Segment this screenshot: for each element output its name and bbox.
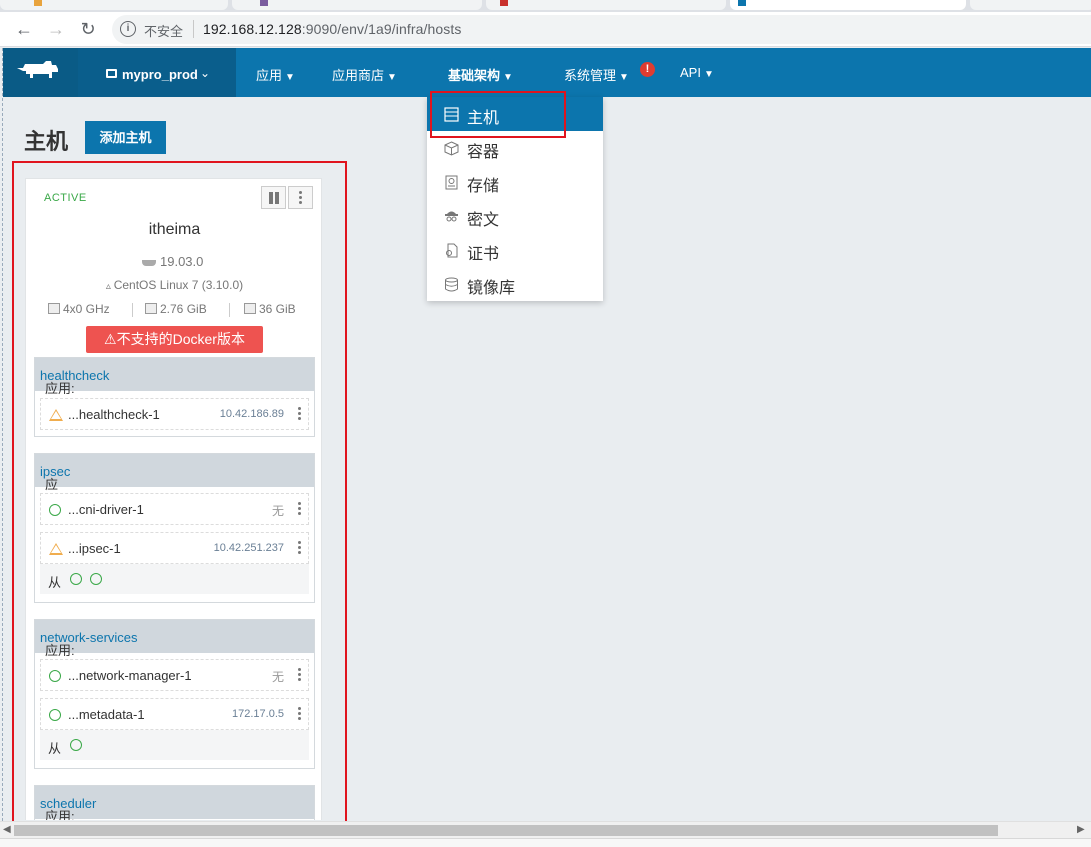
hosts-menu-highlight xyxy=(430,91,566,138)
menu-item-label: 存储 xyxy=(467,178,500,195)
certificate-icon xyxy=(446,243,458,258)
browser-tabstrip xyxy=(0,0,1091,12)
environment-switcher[interactable]: mypro_prod ⌄ xyxy=(78,48,236,97)
host-card-highlight xyxy=(12,161,347,830)
browser-tab[interactable] xyxy=(232,0,482,10)
scroll-right-icon[interactable]: ▶ xyxy=(1077,824,1085,835)
url-text: 192.168.12.128:9090/env/1a9/infra/hosts xyxy=(203,21,461,37)
menu-item-label: 容器 xyxy=(467,144,500,161)
environment-icon xyxy=(106,69,117,78)
secret-icon xyxy=(445,211,458,222)
chevron-down-icon: ⌄ xyxy=(200,66,211,80)
chevron-down-icon: ▼ xyxy=(619,72,629,83)
menu-item-label: 密文 xyxy=(467,212,500,229)
scrollbar-thumb[interactable] xyxy=(14,825,998,836)
environment-name: mypro_prod xyxy=(122,67,198,82)
chevron-down-icon: ▼ xyxy=(285,72,295,83)
menu-item-storage[interactable]: 存储 xyxy=(427,165,603,199)
forward-arrow-icon[interactable]: → xyxy=(44,17,68,41)
browser-tab-active[interactable] xyxy=(730,0,966,10)
status-bar xyxy=(0,838,1091,847)
chevron-down-icon: ▼ xyxy=(503,72,513,83)
app-header: mypro_prod ⌄ 应用 ▼ 应用商店 ▼ 基础架构 ▼ 系统管理 ▼ ! API… xyxy=(3,48,1091,97)
browser-tab[interactable] xyxy=(970,0,1091,10)
chevron-down-icon: ▼ xyxy=(387,72,397,83)
storage-icon xyxy=(445,175,458,190)
url-host: 192.168.12.128 xyxy=(203,21,302,37)
nav-catalog-label: 应用商店 xyxy=(332,68,385,83)
menu-item-certificates[interactable]: 证书 xyxy=(427,233,603,267)
browser-tab[interactable] xyxy=(0,0,228,10)
tab-favicon-icon xyxy=(260,0,268,6)
frame-edge xyxy=(2,48,3,821)
browser-tab[interactable] xyxy=(486,0,726,10)
alert-badge-icon[interactable]: ! xyxy=(640,62,655,77)
horizontal-scrollbar[interactable]: ◀ ▶ xyxy=(0,821,1091,838)
menu-item-label: 证书 xyxy=(467,246,500,263)
tab-favicon-icon xyxy=(34,0,42,6)
registry-icon xyxy=(445,277,458,292)
chevron-down-icon: ▼ xyxy=(703,69,714,80)
reload-icon[interactable]: ↻ xyxy=(76,17,100,41)
menu-item-secrets[interactable]: 密文 xyxy=(427,199,603,233)
nav-infrastructure-label: 基础架构 xyxy=(448,68,501,83)
nav-admin[interactable]: 系统管理 ▼ xyxy=(564,65,629,84)
nav-apps[interactable]: 应用 ▼ xyxy=(256,65,295,84)
back-arrow-icon[interactable]: ← xyxy=(12,17,36,41)
nav-api-label: API xyxy=(680,65,701,80)
url-path: :9090/env/1a9/infra/hosts xyxy=(301,21,462,37)
nav-catalog[interactable]: 应用商店 ▼ xyxy=(332,65,397,84)
rancher-logo[interactable] xyxy=(3,48,78,97)
add-host-button[interactable]: 添加主机 xyxy=(85,121,166,154)
nav-admin-label: 系统管理 xyxy=(564,68,617,83)
rancher-cow-icon xyxy=(17,61,58,78)
omnibox-divider xyxy=(193,20,194,38)
insecure-label: 不安全 xyxy=(144,24,184,39)
container-icon xyxy=(444,141,459,156)
menu-item-label: 镜像库 xyxy=(467,280,516,297)
tab-favicon-icon xyxy=(738,0,746,6)
scroll-left-icon[interactable]: ◀ xyxy=(3,824,11,835)
info-icon[interactable]: i xyxy=(120,21,136,37)
page-title: 主机 xyxy=(24,129,69,154)
address-bar[interactable]: i 不安全 192.168.12.128:9090/env/1a9/infra/… xyxy=(112,15,1091,44)
menu-item-registries[interactable]: 镜像库 xyxy=(427,267,603,301)
tab-favicon-icon xyxy=(500,0,508,6)
nav-api[interactable]: API ▼ xyxy=(680,65,714,80)
browser-toolbar: ← → ↻ i 不安全 192.168.12.128:9090/env/1a9/… xyxy=(0,12,1091,47)
nav-apps-label: 应用 xyxy=(256,68,283,83)
nav-infrastructure[interactable]: 基础架构 ▼ xyxy=(448,65,513,84)
